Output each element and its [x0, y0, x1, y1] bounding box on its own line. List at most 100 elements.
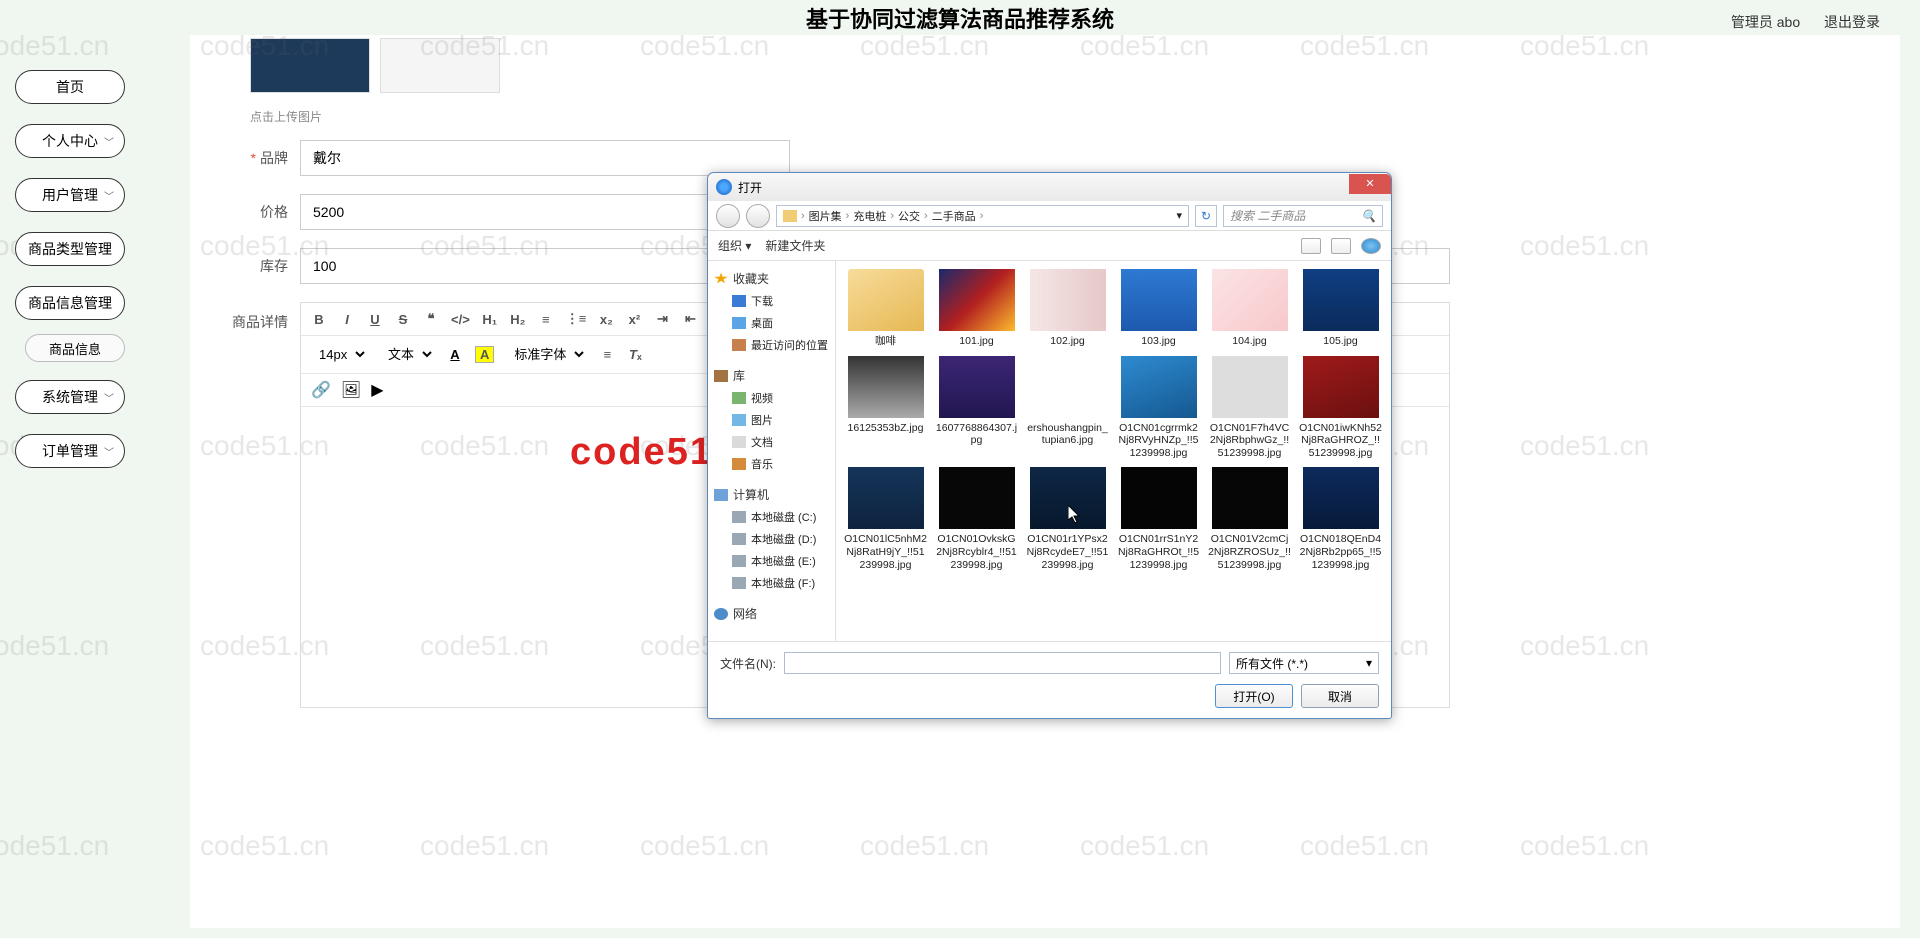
- subscript-button[interactable]: x₂: [598, 312, 614, 327]
- unordered-list-button[interactable]: ⋮≡: [566, 311, 587, 327]
- breadcrumb[interactable]: ›图片集›充电桩›公交›二手商品›▾: [776, 205, 1189, 227]
- filetype-filter[interactable]: 所有文件 (*.*)▾: [1229, 652, 1379, 674]
- file-item[interactable]: 105.jpg: [1299, 269, 1382, 348]
- tree-item[interactable]: 下载: [714, 290, 835, 312]
- tree-header[interactable]: 计算机: [714, 483, 835, 506]
- breadcrumb-item[interactable]: 图片集: [809, 208, 842, 224]
- tree-item[interactable]: 文档: [714, 431, 835, 453]
- tree-item[interactable]: 本地磁盘 (C:): [714, 506, 835, 528]
- link-button[interactable]: 🔗: [311, 380, 331, 400]
- sidebar-item-4[interactable]: 商品信息管理: [15, 286, 125, 320]
- app-title: 基于协同过滤算法商品推荐系统: [806, 2, 1114, 34]
- file-item[interactable]: O1CN01iwKNh52Nj8RaGHROZ_!!51239998.jpg: [1299, 356, 1382, 460]
- fontsize-select[interactable]: 14px: [311, 344, 368, 365]
- sidebar-subitem-product-info[interactable]: 商品信息: [25, 334, 125, 362]
- sidebar-item-0[interactable]: 首页: [15, 70, 125, 104]
- file-item[interactable]: 16125353bZ.jpg: [844, 356, 927, 460]
- breadcrumb-item[interactable]: 二手商品: [932, 208, 976, 224]
- file-item[interactable]: 104.jpg: [1208, 269, 1291, 348]
- video-button[interactable]: ▶: [371, 380, 383, 400]
- refresh-button[interactable]: ↻: [1195, 205, 1217, 227]
- file-name: 104.jpg: [1232, 335, 1266, 348]
- chevron-down-icon[interactable]: ▾: [1176, 209, 1182, 222]
- file-item[interactable]: 咖啡: [844, 269, 927, 348]
- file-item[interactable]: O1CN01F7h4VC2Nj8RbphwGz_!!51239998.jpg: [1208, 356, 1291, 460]
- sidebar-item-6[interactable]: 订单管理﹀: [15, 434, 125, 468]
- tree-header[interactable]: 网络: [714, 602, 835, 625]
- sidebar-item-2[interactable]: 用户管理﹀: [15, 178, 125, 212]
- breadcrumb-item[interactable]: 公交: [898, 208, 920, 224]
- new-folder-button[interactable]: 新建文件夹: [765, 237, 825, 254]
- tree-item[interactable]: 本地磁盘 (F:): [714, 572, 835, 594]
- file-item[interactable]: O1CN01cgrrmk2Nj8RVyHNZp_!!51239998.jpg: [1117, 356, 1200, 460]
- tree-item[interactable]: 本地磁盘 (E:): [714, 550, 835, 572]
- sidebar-item-1[interactable]: 个人中心﹀: [15, 124, 125, 158]
- tree-item[interactable]: 最近访问的位置: [714, 334, 835, 356]
- image-upload-slot[interactable]: [380, 38, 500, 93]
- image-button[interactable]: 🖼: [341, 380, 361, 400]
- ic-comp-icon: [714, 489, 728, 501]
- forward-button[interactable]: [746, 204, 770, 228]
- filename-input[interactable]: [784, 652, 1221, 674]
- sidebar-item-5[interactable]: 系统管理﹀: [15, 380, 125, 414]
- file-name: O1CN01iwKNh52Nj8RaGHROZ_!!51239998.jpg: [1299, 422, 1382, 460]
- file-item[interactable]: O1CN01rrS1nY2Nj8RaGHROt_!!51239998.jpg: [1117, 467, 1200, 571]
- file-name: 1607768864307.jpg: [935, 422, 1018, 447]
- font-color-button[interactable]: A: [447, 347, 463, 362]
- tree-item[interactable]: 视频: [714, 387, 835, 409]
- back-button[interactable]: [716, 204, 740, 228]
- ic-disk-icon: [732, 555, 746, 567]
- open-button[interactable]: 打开(O): [1215, 684, 1293, 708]
- file-item[interactable]: O1CN01lC5nhM2Nj8RatH9jY_!!51239998.jpg: [844, 467, 927, 571]
- h1-button[interactable]: H₁: [482, 312, 498, 327]
- ic-lib-icon: [714, 370, 728, 382]
- italic-button[interactable]: I: [339, 312, 355, 327]
- quote-button[interactable]: ❝: [423, 311, 439, 327]
- highlight-button[interactable]: A: [475, 346, 494, 363]
- tree-item[interactable]: 本地磁盘 (D:): [714, 528, 835, 550]
- indent-button[interactable]: ⇥: [654, 311, 670, 327]
- view-button[interactable]: [1301, 238, 1321, 254]
- file-item[interactable]: O1CN01V2cmCj2Nj8RZROSUz_!!51239998.jpg: [1208, 467, 1291, 571]
- preview-pane-button[interactable]: [1331, 238, 1351, 254]
- search-input[interactable]: 搜索 二手商品🔍: [1223, 205, 1383, 227]
- ordered-list-button[interactable]: ≡: [538, 312, 554, 327]
- admin-label[interactable]: 管理员 abo: [1731, 14, 1800, 30]
- tree-item[interactable]: 图片: [714, 409, 835, 431]
- cancel-button[interactable]: 取消: [1301, 684, 1379, 708]
- organize-button[interactable]: 组织 ▾: [718, 237, 751, 254]
- file-item[interactable]: ershoushangpin_tupian6.jpg: [1026, 356, 1109, 460]
- tree-item[interactable]: 桌面: [714, 312, 835, 334]
- tree-item[interactable]: 音乐: [714, 453, 835, 475]
- breadcrumb-item[interactable]: 充电桩: [853, 208, 886, 224]
- outdent-button[interactable]: ⇤: [682, 311, 698, 327]
- close-button[interactable]: ✕: [1349, 174, 1391, 194]
- bold-button[interactable]: B: [311, 312, 327, 327]
- file-thumb: [939, 269, 1015, 331]
- help-button[interactable]: [1361, 238, 1381, 254]
- logout-link[interactable]: 退出登录: [1824, 14, 1880, 30]
- align-button[interactable]: ≡: [599, 347, 615, 362]
- code-button[interactable]: </>: [451, 312, 470, 327]
- brand-input[interactable]: [300, 140, 790, 176]
- stdfont-select[interactable]: 标准字体: [506, 344, 587, 365]
- h2-button[interactable]: H₂: [510, 312, 526, 327]
- text-select[interactable]: 文本: [380, 344, 435, 365]
- underline-button[interactable]: U: [367, 312, 383, 327]
- strike-button[interactable]: S: [395, 312, 411, 327]
- sidebar-item-3[interactable]: 商品类型管理: [15, 232, 125, 266]
- dialog-titlebar[interactable]: 打开 ✕: [708, 173, 1391, 201]
- file-item[interactable]: O1CN01OvkskG2Nj8Rcyblr4_!!51239998.jpg: [935, 467, 1018, 571]
- file-item[interactable]: 103.jpg: [1117, 269, 1200, 348]
- file-item[interactable]: O1CN018QEnD42Nj8Rb2pp65_!!51239998.jpg: [1299, 467, 1382, 571]
- file-item[interactable]: 101.jpg: [935, 269, 1018, 348]
- ic-pic-icon: [732, 414, 746, 426]
- image-thumb-1[interactable]: [250, 38, 370, 93]
- file-item[interactable]: 1607768864307.jpg: [935, 356, 1018, 460]
- superscript-button[interactable]: x²: [626, 312, 642, 327]
- tree-header[interactable]: 收藏夹: [714, 267, 835, 290]
- tree-header[interactable]: 库: [714, 364, 835, 387]
- file-item[interactable]: 102.jpg: [1026, 269, 1109, 348]
- clear-format-button[interactable]: Tₓ: [627, 347, 643, 362]
- ic-rec-icon: [732, 339, 746, 351]
